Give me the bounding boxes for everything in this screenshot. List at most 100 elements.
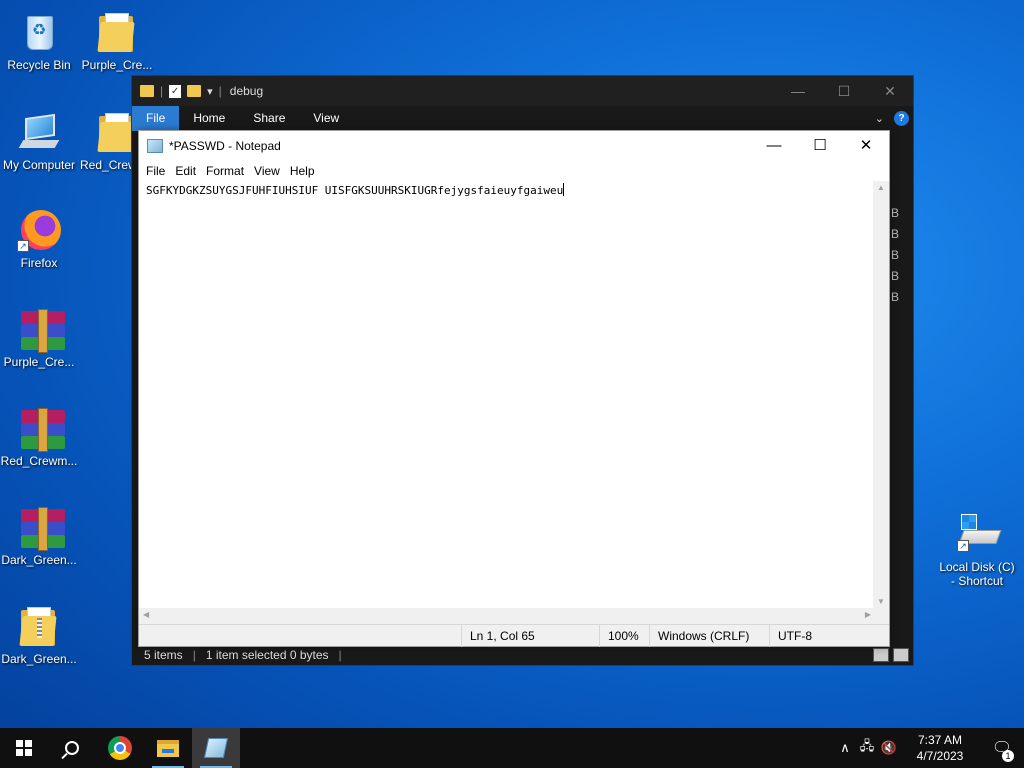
notification-count: 1 — [1002, 750, 1014, 762]
explorer-title: debug — [229, 84, 264, 98]
volume-muted-icon[interactable]: 🔇 — [878, 740, 900, 756]
expand-ribbon-icon[interactable]: ⌄ — [875, 112, 884, 125]
desktop-icon-label: Dark_Green... — [1, 652, 77, 666]
explorer-column-text: B — [890, 206, 899, 220]
winrar-archive-icon — [17, 505, 65, 551]
scroll-right-icon[interactable]: ▶ — [865, 610, 871, 619]
scroll-down-icon[interactable]: ▼ — [873, 597, 889, 606]
close-icon[interactable]: ✕ — [843, 131, 889, 161]
minimize-icon[interactable]: — — [751, 131, 797, 161]
clock[interactable]: 7:37 AM 4/7/2023 — [900, 732, 980, 764]
desktop-icon-firefox[interactable]: ↗ Firefox — [0, 208, 78, 270]
zoom-level: 100% — [599, 625, 649, 647]
notepad-title: *PASSWD - Notepad — [169, 139, 281, 153]
vertical-scrollbar[interactable]: ▲ ▼ — [873, 181, 889, 608]
network-icon[interactable]: 🖧 — [856, 737, 878, 759]
line-ending: Windows (CRLF) — [649, 625, 769, 647]
desktop-icon-red-crew-archive[interactable]: Red_Crewm... — [0, 406, 78, 468]
desktop-icon-dark-green-folder[interactable]: Dark_Green... — [0, 604, 78, 666]
text-caret — [563, 183, 565, 196]
notepad-window-controls: — ☐ ✕ — [751, 131, 889, 161]
explorer-ribbon-tabs: File Home Share View ⌄ ? — [132, 106, 913, 131]
taskbar-notepad[interactable] — [192, 728, 240, 768]
desktop-icon-label: Recycle Bin — [7, 58, 71, 72]
firefox-icon: ↗ — [17, 208, 61, 252]
desktop-icon-label: Dark_Green... — [1, 553, 77, 567]
maximize-icon[interactable]: ☐ — [821, 83, 867, 100]
horizontal-scrollbar[interactable]: ◀ ▶ — [139, 608, 875, 624]
notepad-menu-bar: File Edit Format View Help — [139, 161, 889, 181]
large-icons-view-icon[interactable] — [893, 648, 909, 662]
search-button[interactable] — [48, 728, 96, 768]
local-disk-icon: ↗ — [955, 512, 1002, 556]
taskbar-chrome[interactable] — [96, 728, 144, 768]
desktop-icon-local-disk-shortcut[interactable]: ↗ Local Disk (C) - Shortcut — [934, 512, 1020, 588]
recycle-bin-icon: ♻ — [17, 10, 61, 54]
scroll-up-icon[interactable]: ▲ — [873, 183, 889, 192]
scrollbar-corner — [873, 608, 889, 624]
folder-icon — [140, 85, 154, 97]
menu-edit[interactable]: Edit — [170, 164, 201, 178]
help-icon[interactable]: ? — [894, 111, 909, 126]
winrar-archive-icon — [17, 307, 65, 353]
desktop-icon-purple-crew-folder[interactable]: Purple_Cre... — [78, 10, 156, 72]
details-view-icon[interactable] — [873, 648, 889, 662]
windows-logo-icon — [16, 740, 32, 756]
maximize-icon[interactable]: ☐ — [797, 131, 843, 161]
desktop-icon-label: Red_Crewm... — [0, 454, 78, 468]
explorer-column-text: B — [890, 269, 899, 283]
desktop-icon-label: Purple_Cre... — [81, 58, 153, 72]
item-count: 5 items — [144, 648, 183, 662]
desktop-icon-label: Firefox — [20, 256, 58, 270]
notepad-text-area[interactable]: SGFKYDGKZSUYGSJFUHFIUHSIUF UISFGKSUUHRSK… — [139, 181, 875, 608]
clock-date: 4/7/2023 — [916, 749, 964, 763]
folder-icon — [95, 10, 139, 54]
folder-icon — [17, 604, 61, 648]
properties-icon[interactable]: ✓ — [169, 84, 182, 98]
explorer-window-controls: — ☐ ✕ — [775, 83, 913, 100]
chevron-up-icon[interactable]: ∧ — [834, 740, 856, 756]
cursor-position: Ln 1, Col 65 — [461, 625, 599, 647]
menu-format[interactable]: Format — [201, 164, 249, 178]
menu-help[interactable]: Help — [285, 164, 320, 178]
menu-view[interactable]: View — [249, 164, 285, 178]
encoding: UTF-8 — [769, 625, 891, 647]
action-center-button[interactable]: 🗨 1 — [980, 738, 1024, 762]
desktop-icon-label: Purple_Cre... — [3, 355, 75, 369]
explorer-column-text: B — [890, 290, 899, 304]
explorer-column-text: B — [890, 248, 899, 262]
winrar-archive-icon — [17, 406, 65, 452]
new-folder-icon[interactable] — [187, 85, 202, 97]
system-tray: ∧ 🖧 🔇 7:37 AM 4/7/2023 🗨 1 — [834, 728, 1024, 768]
quick-access-toolbar: | ✓ ▾ | — [140, 84, 222, 98]
menu-file[interactable]: File — [141, 164, 170, 178]
scroll-left-icon[interactable]: ◀ — [143, 610, 149, 619]
tab-share[interactable]: Share — [239, 106, 299, 131]
file-explorer-icon — [157, 739, 179, 757]
desktop-icon-my-computer[interactable]: My Computer — [0, 110, 78, 172]
view-toggle — [873, 648, 913, 662]
notepad-window: *PASSWD - Notepad — ☐ ✕ File Edit Format… — [138, 130, 890, 647]
notepad-icon — [203, 738, 229, 758]
explorer-title-bar[interactable]: | ✓ ▾ | debug — ☐ ✕ — [132, 76, 913, 106]
desktop-icon-dark-green-archive[interactable]: Dark_Green... — [0, 505, 78, 567]
start-button[interactable] — [0, 728, 48, 768]
minimize-icon[interactable]: — — [775, 83, 821, 100]
tab-file[interactable]: File — [132, 106, 180, 131]
clock-time: 7:37 AM — [917, 733, 963, 747]
selection-info: 1 item selected 0 bytes — [205, 648, 329, 662]
desktop-icon-label: Local Disk (C) - Shortcut — [939, 560, 1015, 588]
computer-icon — [17, 110, 61, 154]
desktop-icon-recycle-bin[interactable]: ♻ Recycle Bin — [0, 10, 78, 72]
chrome-icon — [108, 736, 132, 760]
taskbar: ∧ 🖧 🔇 7:37 AM 4/7/2023 🗨 1 — [0, 728, 1024, 768]
customize-toolbar-icon[interactable]: ▾ — [207, 85, 213, 98]
notepad-icon — [147, 139, 163, 153]
desktop-icon-purple-crew-archive[interactable]: Purple_Cre... — [0, 307, 78, 369]
tab-view[interactable]: View — [299, 106, 353, 131]
taskbar-file-explorer[interactable] — [144, 728, 192, 768]
notepad-title-bar[interactable]: *PASSWD - Notepad — ☐ ✕ — [139, 131, 889, 161]
tab-home[interactable]: Home — [179, 106, 239, 131]
close-icon[interactable]: ✕ — [867, 83, 913, 100]
notepad-status-bar: Ln 1, Col 65 100% Windows (CRLF) UTF-8 — [139, 624, 891, 647]
